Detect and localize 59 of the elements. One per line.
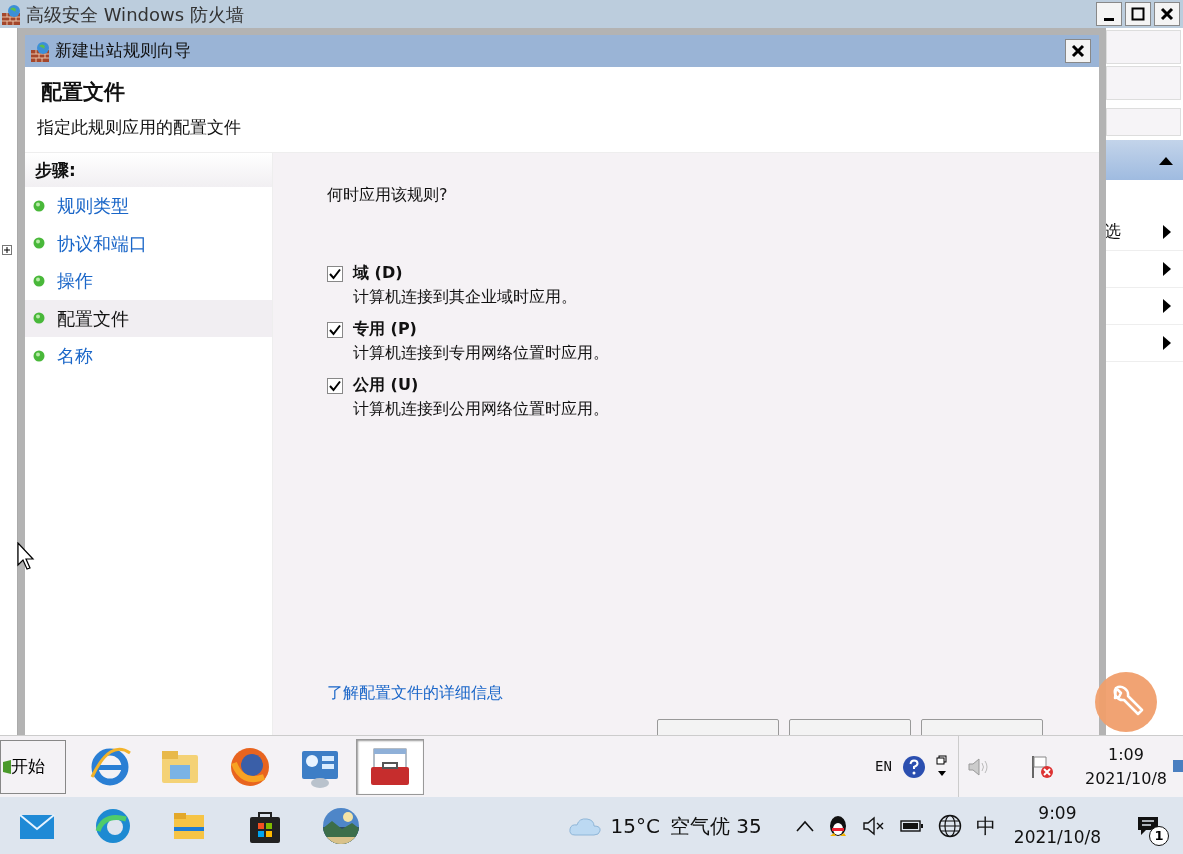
start-button[interactable]: 开始 <box>0 739 66 794</box>
page-subheading: 指定此规则应用的配置文件 <box>37 115 242 139</box>
expand-icon[interactable] <box>2 245 12 255</box>
option-description: 计算机连接到公用网络位置时应用。 <box>353 398 609 420</box>
help-icon[interactable] <box>901 754 926 779</box>
close-icon <box>1160 7 1174 21</box>
page-heading: 配置文件 <box>41 79 126 106</box>
step-dot-icon <box>33 274 45 287</box>
notification-count: 1 <box>1149 825 1169 846</box>
globe-icon[interactable] <box>937 813 962 838</box>
minimize-icon <box>1104 17 1114 21</box>
checkbox[interactable] <box>327 266 343 282</box>
close-button[interactable] <box>1154 2 1180 26</box>
checkbox[interactable] <box>327 322 343 338</box>
clock-date: 2021/10/8 <box>1084 767 1167 790</box>
close-button[interactable] <box>1065 39 1091 63</box>
step-item[interactable]: 操作 <box>25 262 272 300</box>
check-icon <box>329 380 341 392</box>
step-item[interactable]: 名称 <box>25 337 272 375</box>
check-icon <box>329 268 341 280</box>
step-dot-icon <box>33 199 45 212</box>
taskbar-app[interactable] <box>356 738 424 795</box>
close-icon <box>1071 44 1085 58</box>
clock-time: 1:09 <box>1107 743 1145 766</box>
step-item[interactable]: 规则类型 <box>25 187 272 225</box>
check-icon <box>329 324 341 336</box>
maximize-icon <box>1131 7 1145 21</box>
firewall-icon <box>29 40 51 62</box>
help-link[interactable]: 了解配置文件的详细信息 <box>327 681 503 705</box>
battery-icon[interactable] <box>899 818 924 833</box>
input-method-indicator[interactable]: 中 <box>975 810 996 841</box>
dialog-title: 新建出站规则向导 <box>55 39 191 63</box>
maximize-button[interactable] <box>1125 2 1151 26</box>
question-text: 何时应用该规则? <box>327 184 449 206</box>
chevron-up-icon[interactable] <box>795 819 814 832</box>
action-label[interactable]: 选 <box>1104 219 1121 245</box>
option-label: 公用 (U) <box>353 374 420 396</box>
step-item[interactable]: 协议和端口 <box>25 224 272 262</box>
language-indicator[interactable]: EN <box>875 756 892 777</box>
firewall-icon <box>0 3 22 25</box>
air-quality-text[interactable]: 空气优 35 <box>670 810 762 841</box>
muted-speaker-icon[interactable] <box>861 815 886 836</box>
window-title: 高级安全 Windows 防火墙 <box>26 2 244 27</box>
collapse-icon[interactable] <box>1159 155 1173 165</box>
step-dot-icon <box>33 312 45 325</box>
minimize-button[interactable] <box>1096 2 1122 26</box>
clock-time[interactable]: 9:09 <box>1013 801 1101 826</box>
step-item[interactable]: 配置文件 <box>25 299 272 337</box>
weather-temperature[interactable]: 15°C <box>610 810 660 841</box>
notification-button[interactable]: 1 <box>1123 800 1173 851</box>
checkbox[interactable] <box>327 378 343 394</box>
option-label: 域 (D) <box>353 262 404 284</box>
option-description: 计算机连接到其企业域时应用。 <box>353 286 577 308</box>
step-dot-icon <box>33 349 45 362</box>
step-dot-icon <box>33 237 45 250</box>
penguin-icon[interactable] <box>827 813 848 838</box>
option-label: 专用 (P) <box>353 318 418 340</box>
clock-date[interactable]: 2021/10/8 <box>1013 825 1101 850</box>
option-description: 计算机连接到专用网络位置时应用。 <box>353 342 609 364</box>
